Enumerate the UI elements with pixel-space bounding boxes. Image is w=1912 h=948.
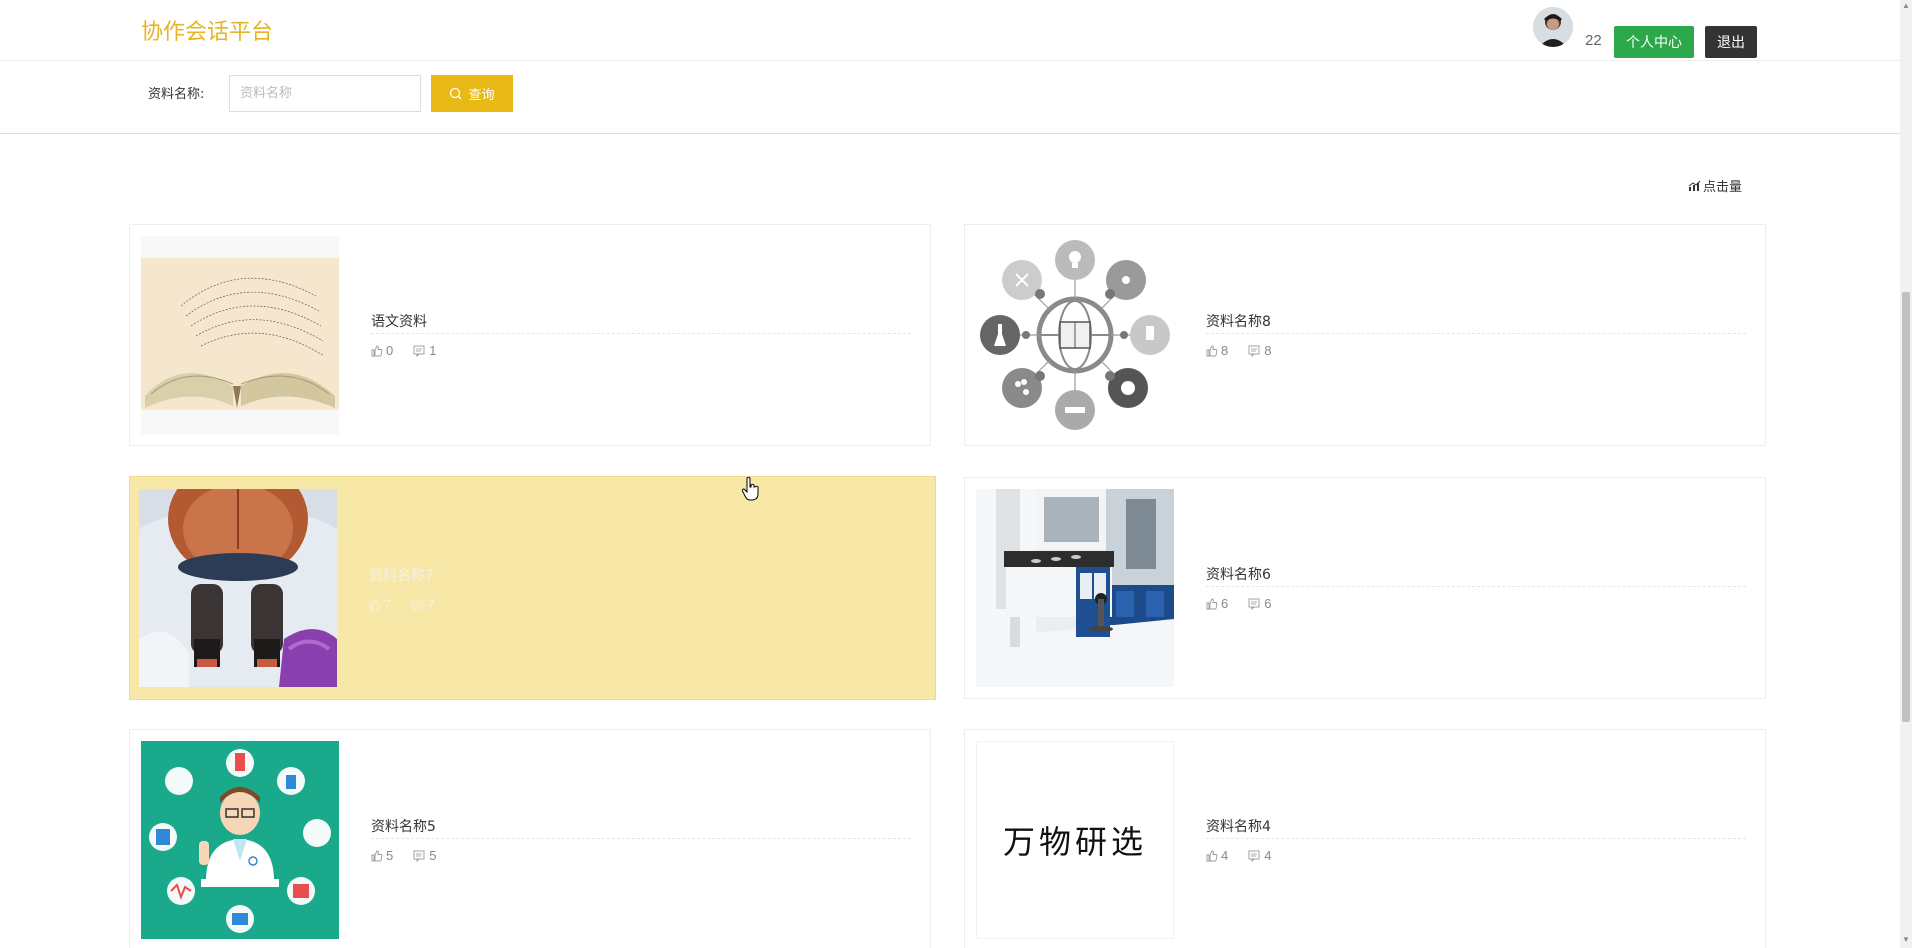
- card-title[interactable]: 资料名称7: [369, 565, 434, 585]
- card-thumbnail: [139, 489, 337, 687]
- like-count[interactable]: 8: [1206, 343, 1228, 358]
- comment-icon: [1248, 345, 1260, 357]
- card-divider: [371, 838, 911, 839]
- comment-icon: [1248, 598, 1260, 610]
- thumbs-up-icon: [1206, 345, 1218, 356]
- comment-icon: [411, 599, 423, 611]
- card-divider: [1206, 838, 1746, 839]
- thumbnail-brand-text: 万物研选: [1002, 823, 1147, 861]
- search-bar: 资料名称: 查询: [0, 61, 1900, 134]
- card-divider: [369, 587, 909, 588]
- comment-icon: [413, 850, 425, 862]
- thumbs-up-icon: [371, 345, 383, 356]
- card-divider: [1206, 586, 1746, 587]
- comment-icon: [1248, 850, 1260, 862]
- scrollbar-thumb[interactable]: [1902, 292, 1910, 722]
- scroll-down-arrow-icon[interactable]: ▼: [1902, 936, 1910, 944]
- card-title[interactable]: 语文资料: [371, 311, 427, 331]
- card-title[interactable]: 资料名称5: [371, 816, 436, 836]
- search-button-label: 查询: [468, 88, 495, 103]
- thumbs-up-icon: [369, 599, 381, 610]
- card-meta: 7 7: [369, 597, 434, 612]
- user-avatar[interactable]: [1533, 7, 1573, 47]
- top-header: 协作会话平台 22 个人中心 退出: [0, 0, 1900, 61]
- comment-count[interactable]: 8: [1248, 343, 1271, 358]
- comment-count[interactable]: 7: [411, 597, 434, 612]
- comment-count[interactable]: 5: [413, 848, 436, 863]
- thumbs-up-icon: [371, 850, 383, 861]
- card-title[interactable]: 资料名称6: [1206, 564, 1271, 584]
- material-card[interactable]: 万物研选 资料名称4 4 4: [964, 729, 1766, 948]
- search-icon: [450, 87, 462, 100]
- material-card[interactable]: 资料名称6 6 6: [964, 477, 1766, 699]
- personal-center-button[interactable]: 个人中心: [1614, 26, 1694, 58]
- card-thumbnail: 万物研选: [976, 741, 1174, 939]
- card-meta: 8 8: [1206, 343, 1271, 358]
- like-count[interactable]: 7: [369, 597, 391, 612]
- comment-count[interactable]: 4: [1248, 848, 1271, 863]
- chart-icon: [1688, 180, 1701, 191]
- logout-button[interactable]: 退出: [1705, 26, 1757, 58]
- card-meta: 4 4: [1206, 848, 1271, 863]
- comment-count[interactable]: 6: [1248, 596, 1271, 611]
- material-card[interactable]: 资料名称8 8 8: [964, 224, 1766, 446]
- card-thumbnail: [976, 236, 1174, 434]
- search-input[interactable]: [229, 75, 421, 112]
- sort-label: 点击量: [1703, 180, 1743, 195]
- thumbs-up-icon: [1206, 850, 1218, 861]
- comment-count[interactable]: 1: [413, 343, 436, 358]
- like-count[interactable]: 4: [1206, 848, 1228, 863]
- like-count[interactable]: 6: [1206, 596, 1228, 611]
- page: 协作会话平台 22 个人中心 退出 资料名称: 查询: [0, 0, 1912, 948]
- search-button[interactable]: 查询: [431, 75, 513, 112]
- card-divider: [371, 333, 911, 334]
- card-thumbnail: [141, 236, 339, 434]
- scroll-up-arrow-icon[interactable]: ▲: [1902, 2, 1910, 10]
- comment-icon: [413, 345, 425, 357]
- like-count[interactable]: 5: [371, 848, 393, 863]
- card-thumbnail: [976, 489, 1174, 687]
- hand-cursor-icon: [741, 476, 759, 501]
- site-brand[interactable]: 协作会话平台: [141, 14, 273, 46]
- card-title[interactable]: 资料名称4: [1206, 816, 1271, 836]
- material-card[interactable]: 语文资料 0 1: [129, 224, 931, 446]
- like-count[interactable]: 0: [371, 343, 393, 358]
- card-meta: 0 1: [371, 343, 436, 358]
- material-card-hovered[interactable]: 资料名称7 7 7: [129, 476, 936, 700]
- sort-by-clicks[interactable]: 点击量: [1688, 176, 1742, 195]
- card-title[interactable]: 资料名称8: [1206, 311, 1271, 331]
- thumbs-up-icon: [1206, 598, 1218, 609]
- card-divider: [1206, 333, 1746, 334]
- material-card[interactable]: 资料名称5 5 5: [129, 729, 931, 948]
- search-label: 资料名称:: [148, 87, 205, 102]
- card-thumbnail: [141, 741, 339, 939]
- user-points: 22: [1585, 32, 1602, 49]
- page-scrollbar[interactable]: ▲ ▼: [1900, 0, 1912, 948]
- card-meta: 5 5: [371, 848, 436, 863]
- card-meta: 6 6: [1206, 596, 1271, 611]
